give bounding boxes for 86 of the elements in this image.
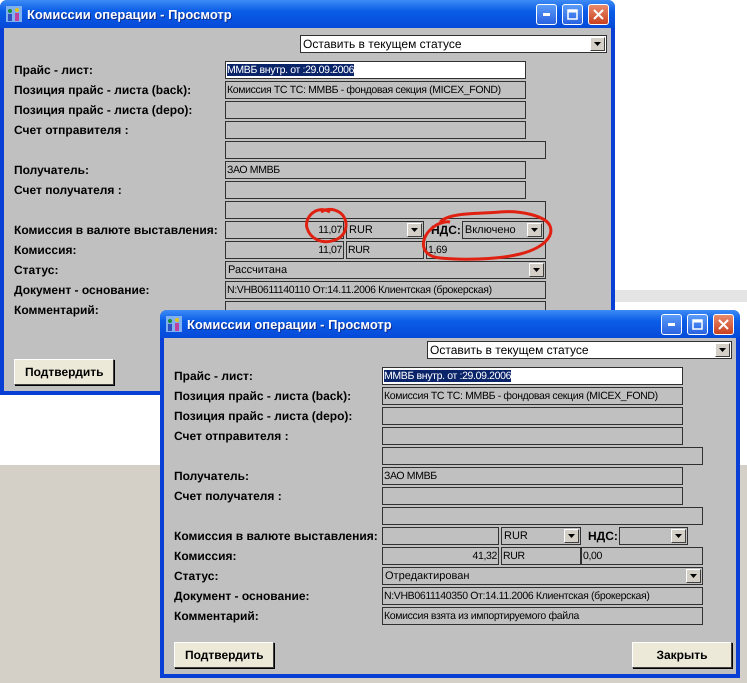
- field-label: Счет отправителя :: [14, 123, 130, 137]
- text-field[interactable]: [225, 201, 546, 219]
- status-dropdown[interactable]: Рассчитана: [225, 261, 546, 279]
- amount-field[interactable]: [382, 527, 499, 545]
- field-label: Комиссия:: [14, 243, 78, 257]
- currency-field[interactable]: RUR: [346, 241, 424, 259]
- field-label: Комментарий:: [174, 609, 260, 623]
- vat-dropdown[interactable]: Включено: [462, 221, 544, 239]
- text-field[interactable]: Комиссия взята из импортируемого файла: [382, 607, 703, 625]
- currency-dropdown[interactable]: RUR: [501, 527, 581, 545]
- close-icon: [718, 318, 729, 330]
- text-field[interactable]: [382, 427, 683, 445]
- currency-field[interactable]: RUR: [501, 547, 581, 565]
- close-dialog-button[interactable]: Закрыть: [632, 642, 732, 668]
- close-icon: [593, 8, 604, 20]
- confirm-button[interactable]: Подтвердить: [14, 359, 114, 385]
- text-field[interactable]: [225, 121, 526, 139]
- text-field[interactable]: [382, 447, 703, 465]
- hand-drawn-loop: [305, 208, 348, 244]
- field-label: Документ - основание:: [174, 589, 310, 603]
- status-action-dropdown[interactable]: Оставить в текущем статусе: [300, 35, 607, 53]
- dropdown-arrow-icon: [411, 228, 418, 232]
- field-label: Получатель:: [174, 469, 250, 483]
- currency-dropdown[interactable]: RUR: [346, 221, 424, 239]
- text-field[interactable]: [225, 101, 526, 119]
- amount-field[interactable]: 41,32: [382, 547, 499, 565]
- text-field[interactable]: [225, 181, 526, 199]
- text-field[interactable]: ММВБ внутр. от :29.09.2006: [225, 61, 526, 79]
- field-label: Позиция прайс - листа (back):: [174, 389, 352, 403]
- field-label: Комиссия в валюте выставления:: [174, 529, 379, 543]
- field-label: Комментарий:: [14, 303, 100, 317]
- field-label: Счет получателя :: [174, 489, 283, 503]
- field-label: Документ - основание:: [14, 283, 150, 297]
- field-label: Позиция прайс - листа (depo):: [14, 103, 194, 117]
- text-field[interactable]: Комиссия ТС ТС: ММВБ - фондовая секция (MICEX_FOND): [225, 81, 526, 99]
- field-label: Комиссия в валюте выставления:: [14, 223, 219, 237]
- field-label: Счет получателя :: [14, 183, 123, 197]
- text-field[interactable]: N:VHB0611140110 От:14.11.2006 Клиентская (брокерская): [225, 281, 546, 299]
- amount-field[interactable]: 11,07: [225, 241, 344, 259]
- status-dropdown[interactable]: Отредактирован: [382, 567, 703, 585]
- maximize-button[interactable]: [687, 314, 708, 334]
- field-label: Позиция прайс - листа (back):: [14, 83, 192, 97]
- window-title: Комиссии операции - Просмотр: [187, 316, 393, 332]
- maximize-icon: [567, 8, 578, 20]
- field-label: Позиция прайс - листа (depo):: [174, 409, 354, 423]
- text-field[interactable]: [382, 487, 683, 505]
- field-label: Получатель:: [14, 163, 90, 177]
- field-label: Прайс - лист:: [174, 369, 254, 383]
- confirm-button[interactable]: Подтвердить: [174, 642, 274, 668]
- dropdown-arrow-icon: [530, 228, 538, 232]
- text-field[interactable]: ЗАО ММВБ: [382, 467, 683, 485]
- dropdown-arrow-icon: [674, 534, 682, 538]
- field-label: Комиссия:: [174, 549, 238, 563]
- maximize-icon: [692, 318, 703, 330]
- status-action-dropdown[interactable]: Оставить в текущем статусе: [427, 341, 732, 359]
- field-label: Статус:: [174, 569, 220, 583]
- text-field[interactable]: [382, 507, 703, 525]
- text-field[interactable]: N:VHB0611140350 От:14.11.2006 Клиентская (брокерская): [382, 587, 703, 605]
- close-button[interactable]: [588, 4, 609, 24]
- text-field[interactable]: ЗАО ММВБ: [225, 161, 526, 179]
- close-button[interactable]: [713, 314, 734, 334]
- vat-label: НДС:: [431, 223, 461, 237]
- vat-dropdown[interactable]: [618, 527, 688, 545]
- dropdown-arrow-icon: [690, 574, 697, 578]
- text-field[interactable]: [225, 141, 546, 159]
- text-field[interactable]: Комиссия ТС ТС: ММВБ - фондовая секция (MICEX_FOND): [382, 387, 683, 405]
- minimize-icon: [543, 12, 550, 16]
- minimize-icon: [668, 322, 675, 326]
- field-label: Счет отправителя :: [174, 429, 290, 443]
- dropdown-arrow-icon: [719, 348, 726, 352]
- dropdown-arrow-icon: [568, 534, 575, 538]
- field-label: Статус:: [14, 263, 60, 277]
- figures-icon: [166, 316, 182, 332]
- dropdown-arrow-icon: [533, 268, 540, 272]
- vat-field[interactable]: 0,00: [581, 547, 703, 565]
- text-field[interactable]: [382, 407, 683, 425]
- amount-field[interactable]: 11,07: [225, 221, 344, 239]
- window-title: Комиссии операции - Просмотр: [27, 6, 233, 22]
- field-label: Прайс - лист:: [14, 63, 94, 77]
- maximize-button[interactable]: [562, 4, 583, 24]
- dropdown-arrow-icon: [594, 42, 601, 46]
- minimize-button[interactable]: [536, 4, 557, 24]
- vat-label: НДС:: [588, 529, 618, 543]
- text-field[interactable]: ММВБ внутр. от :29.09.2006: [382, 367, 683, 385]
- minimize-button[interactable]: [661, 314, 682, 334]
- figures-icon: [6, 6, 22, 22]
